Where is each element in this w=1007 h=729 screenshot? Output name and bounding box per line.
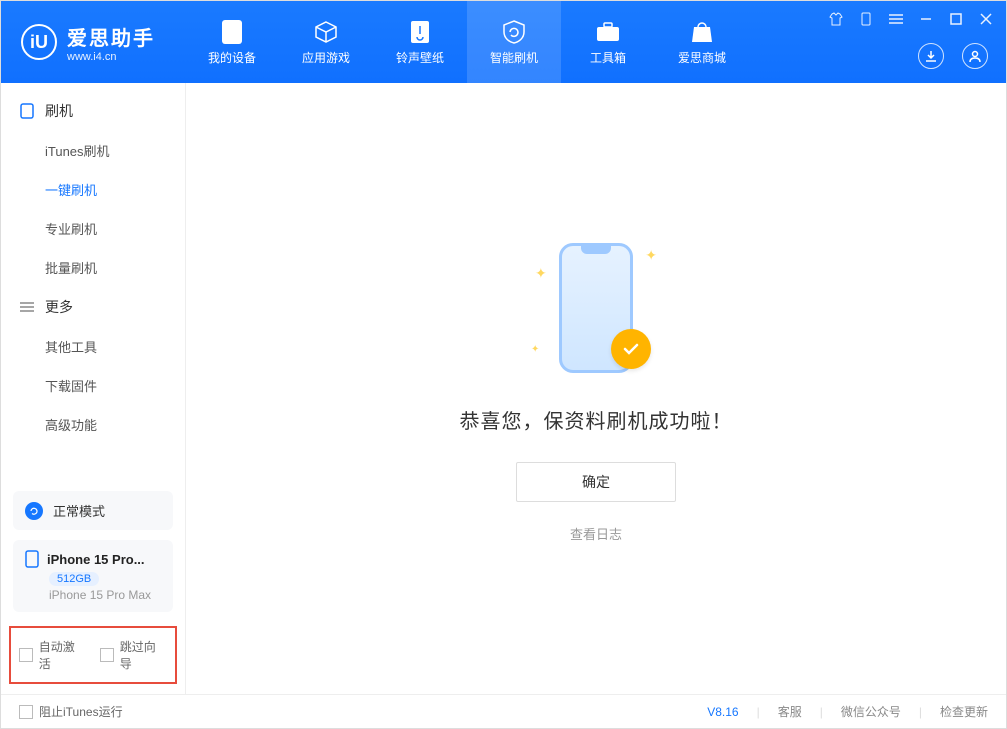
main-content: ✦ ✦ ✦ 恭喜您，保资料刷机成功啦！ 确定 查看日志 (186, 83, 1006, 694)
app-logo-icon: iU (21, 24, 57, 60)
list-icon (19, 299, 35, 315)
refresh-dot-icon (25, 502, 43, 520)
success-illustration: ✦ ✦ ✦ (531, 235, 661, 385)
sidebar-item-other-tools[interactable]: 其他工具 (1, 327, 185, 366)
menu-icon[interactable] (888, 11, 904, 27)
version-label: V8.16 (707, 705, 738, 719)
success-badge-icon (611, 329, 651, 369)
sidebar-item-advanced[interactable]: 高级功能 (1, 405, 185, 444)
confirm-button[interactable]: 确定 (516, 462, 676, 502)
tablet-icon (19, 103, 35, 119)
app-url: www.i4.cn (67, 51, 155, 63)
sparkle-icon: ✦ (645, 247, 657, 264)
logo-area: iU 爱思助手 www.i4.cn (1, 22, 175, 63)
checkbox-icon (19, 705, 33, 719)
highlighted-options: 自动激活 跳过向导 (9, 626, 177, 684)
sidebar-group-flash[interactable]: 刷机 (1, 91, 185, 131)
close-button[interactable] (978, 11, 994, 27)
device-info-box[interactable]: iPhone 15 Pro... 512GB iPhone 15 Pro Max (13, 540, 173, 612)
device-mode-status[interactable]: 正常模式 (13, 491, 173, 530)
device-icon (219, 19, 245, 45)
sidebar-item-itunes-flash[interactable]: iTunes刷机 (1, 131, 185, 170)
sparkle-icon: ✦ (531, 344, 539, 355)
cube-icon (313, 19, 339, 45)
sparkle-icon: ✦ (535, 265, 547, 282)
sidebar-group-more[interactable]: 更多 (1, 287, 185, 327)
footer: 阻止iTunes运行 V8.16 | 客服 | 微信公众号 | 检查更新 (1, 694, 1006, 728)
tab-toolbox[interactable]: 工具箱 (561, 1, 655, 83)
tab-ringtones[interactable]: 铃声壁纸 (373, 1, 467, 83)
header-actions (918, 43, 988, 69)
window-controls (828, 11, 994, 27)
device-name: iPhone 15 Pro... (47, 552, 145, 567)
checkbox-icon (19, 648, 33, 662)
tab-store[interactable]: 爱思商城 (655, 1, 749, 83)
success-message: 恭喜您，保资料刷机成功啦！ (460, 405, 733, 434)
checkbox-block-itunes[interactable]: 阻止iTunes运行 (19, 703, 123, 720)
music-icon (407, 19, 433, 45)
check-update-link[interactable]: 检查更新 (940, 703, 988, 720)
sidebar-item-pro-flash[interactable]: 专业刷机 (1, 209, 185, 248)
user-icon[interactable] (962, 43, 988, 69)
checkbox-auto-activate[interactable]: 自动激活 (19, 638, 86, 672)
device-full-name: iPhone 15 Pro Max (49, 588, 161, 602)
logo-text: 爱思助手 www.i4.cn (67, 22, 155, 63)
header: iU 爱思助手 www.i4.cn 我的设备 应用游戏 铃声壁纸 智能刷机 (1, 1, 1006, 83)
body: 刷机 iTunes刷机 一键刷机 专业刷机 批量刷机 更多 其他工具 下载固件 … (1, 83, 1006, 694)
toolbox-icon (595, 19, 621, 45)
sidebar-item-download-firmware[interactable]: 下载固件 (1, 366, 185, 405)
wechat-link[interactable]: 微信公众号 (841, 703, 901, 720)
tab-apps[interactable]: 应用游戏 (279, 1, 373, 83)
phone-icon (25, 550, 39, 568)
checkbox-icon (100, 648, 114, 662)
bag-icon (689, 19, 715, 45)
view-log-link[interactable]: 查看日志 (570, 524, 622, 543)
support-link[interactable]: 客服 (778, 703, 802, 720)
tab-my-device[interactable]: 我的设备 (185, 1, 279, 83)
download-icon[interactable] (918, 43, 944, 69)
skin-icon[interactable] (828, 11, 844, 27)
checkbox-skip-wizard[interactable]: 跳过向导 (100, 638, 167, 672)
maximize-button[interactable] (948, 11, 964, 27)
nav-tabs: 我的设备 应用游戏 铃声壁纸 智能刷机 工具箱 爱思商城 (185, 1, 749, 83)
minimize-button[interactable] (918, 11, 934, 27)
sidebar: 刷机 iTunes刷机 一键刷机 专业刷机 批量刷机 更多 其他工具 下载固件 … (1, 83, 186, 694)
app-window: iU 爱思助手 www.i4.cn 我的设备 应用游戏 铃声壁纸 智能刷机 (0, 0, 1007, 729)
refresh-shield-icon (501, 19, 527, 45)
sidebar-item-batch-flash[interactable]: 批量刷机 (1, 248, 185, 287)
device-capacity-pill: 512GB (49, 572, 99, 586)
app-title: 爱思助手 (67, 22, 155, 51)
phone-small-icon[interactable] (858, 11, 874, 27)
sidebar-item-oneclick-flash[interactable]: 一键刷机 (1, 170, 185, 209)
tab-smart-flash[interactable]: 智能刷机 (467, 1, 561, 83)
